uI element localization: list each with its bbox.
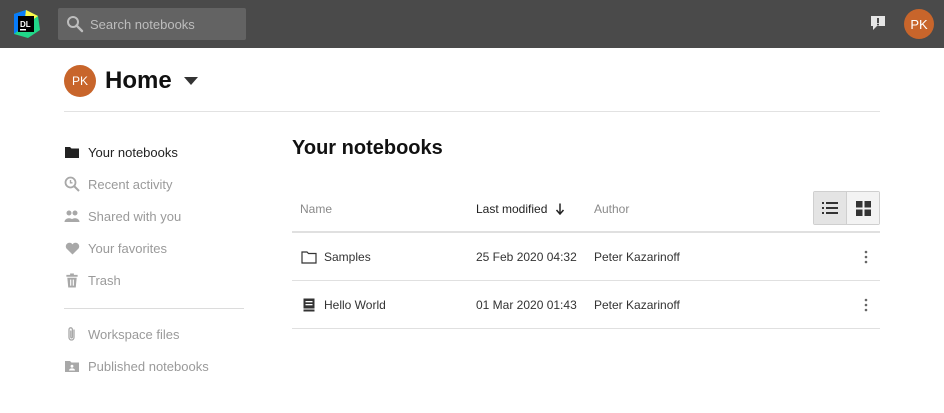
- table-row[interactable]: Hello World 01 Mar 2020 01:43 Peter Kaza…: [292, 281, 880, 329]
- published-icon: [64, 358, 80, 374]
- column-header-name[interactable]: Name: [300, 202, 332, 216]
- more-options-icon[interactable]: [862, 249, 870, 265]
- list-view-button[interactable]: [814, 192, 847, 224]
- folder-icon: [64, 144, 80, 160]
- author: Peter Kazarinoff: [594, 298, 680, 312]
- grid-view-icon: [855, 200, 871, 216]
- notebook-icon: [303, 298, 315, 312]
- grid-view-button[interactable]: [847, 192, 879, 224]
- sidebar-item-label: Your notebooks: [88, 144, 178, 160]
- sidebar-item-recent-activity[interactable]: Recent activity: [64, 168, 244, 200]
- people-icon: [64, 208, 80, 224]
- search-box[interactable]: [58, 8, 246, 40]
- sidebar-item-your-notebooks[interactable]: Your notebooks: [64, 136, 244, 168]
- sidebar-item-shared-with-you[interactable]: Shared with you: [64, 200, 244, 232]
- feedback-icon[interactable]: [869, 14, 887, 32]
- sidebar-item-label: Shared with you: [88, 208, 182, 224]
- sidebar-item-label: Published notebooks: [88, 358, 209, 374]
- search-input[interactable]: [90, 8, 240, 40]
- workspace-header: PK Home: [64, 64, 198, 98]
- section-title: Your notebooks: [292, 137, 443, 159]
- author: Peter Kazarinoff: [594, 250, 680, 264]
- trash-icon: [64, 272, 80, 288]
- table-row[interactable]: Samples 25 Feb 2020 04:32 Peter Kazarino…: [292, 233, 880, 281]
- header-divider: [64, 111, 880, 112]
- user-avatar[interactable]: PK: [904, 9, 934, 39]
- last-modified: 01 Mar 2020 01:43: [476, 298, 577, 312]
- workspace-dropdown-caret-icon[interactable]: [183, 77, 198, 85]
- top-bar: DL PK: [0, 0, 944, 48]
- sidebar-item-label: Workspace files: [88, 326, 180, 342]
- datalore-logo-icon[interactable]: DL: [10, 8, 42, 40]
- heart-icon: [64, 240, 80, 256]
- sidebar: Your notebooks Recent activity Shared wi…: [64, 136, 244, 382]
- sidebar-item-your-favorites[interactable]: Your favorites: [64, 232, 244, 264]
- view-mode-toggle: [813, 191, 880, 225]
- recent-search-icon: [64, 176, 80, 192]
- column-header-author[interactable]: Author: [594, 202, 629, 216]
- sidebar-item-label: Trash: [88, 272, 121, 288]
- sidebar-item-label: Your favorites: [88, 240, 168, 256]
- list-view-icon: [822, 202, 838, 214]
- notebook-name: Hello World: [324, 298, 386, 312]
- sort-descending-icon: [556, 203, 565, 215]
- page-title: Home: [105, 67, 172, 94]
- column-header-label: Last modified: [476, 202, 548, 216]
- sidebar-item-label: Recent activity: [88, 176, 173, 192]
- notebooks-table: Name Last modified Author Samples 25 Feb…: [292, 190, 880, 329]
- sidebar-divider: [64, 308, 244, 309]
- logo-text: DL: [20, 20, 31, 29]
- search-icon: [67, 16, 84, 33]
- sidebar-item-published-notebooks[interactable]: Published notebooks: [64, 350, 244, 382]
- sidebar-item-trash[interactable]: Trash: [64, 264, 244, 296]
- column-header-last-modified[interactable]: Last modified: [476, 202, 565, 216]
- folder-outline-icon: [301, 251, 317, 264]
- table-header: Name Last modified Author: [292, 190, 880, 233]
- notebook-name: Samples: [324, 250, 371, 264]
- more-options-icon[interactable]: [862, 297, 870, 313]
- workspace-avatar: PK: [64, 65, 96, 97]
- paperclip-icon: [64, 326, 80, 342]
- last-modified: 25 Feb 2020 04:32: [476, 250, 577, 264]
- sidebar-item-workspace-files[interactable]: Workspace files: [64, 318, 244, 350]
